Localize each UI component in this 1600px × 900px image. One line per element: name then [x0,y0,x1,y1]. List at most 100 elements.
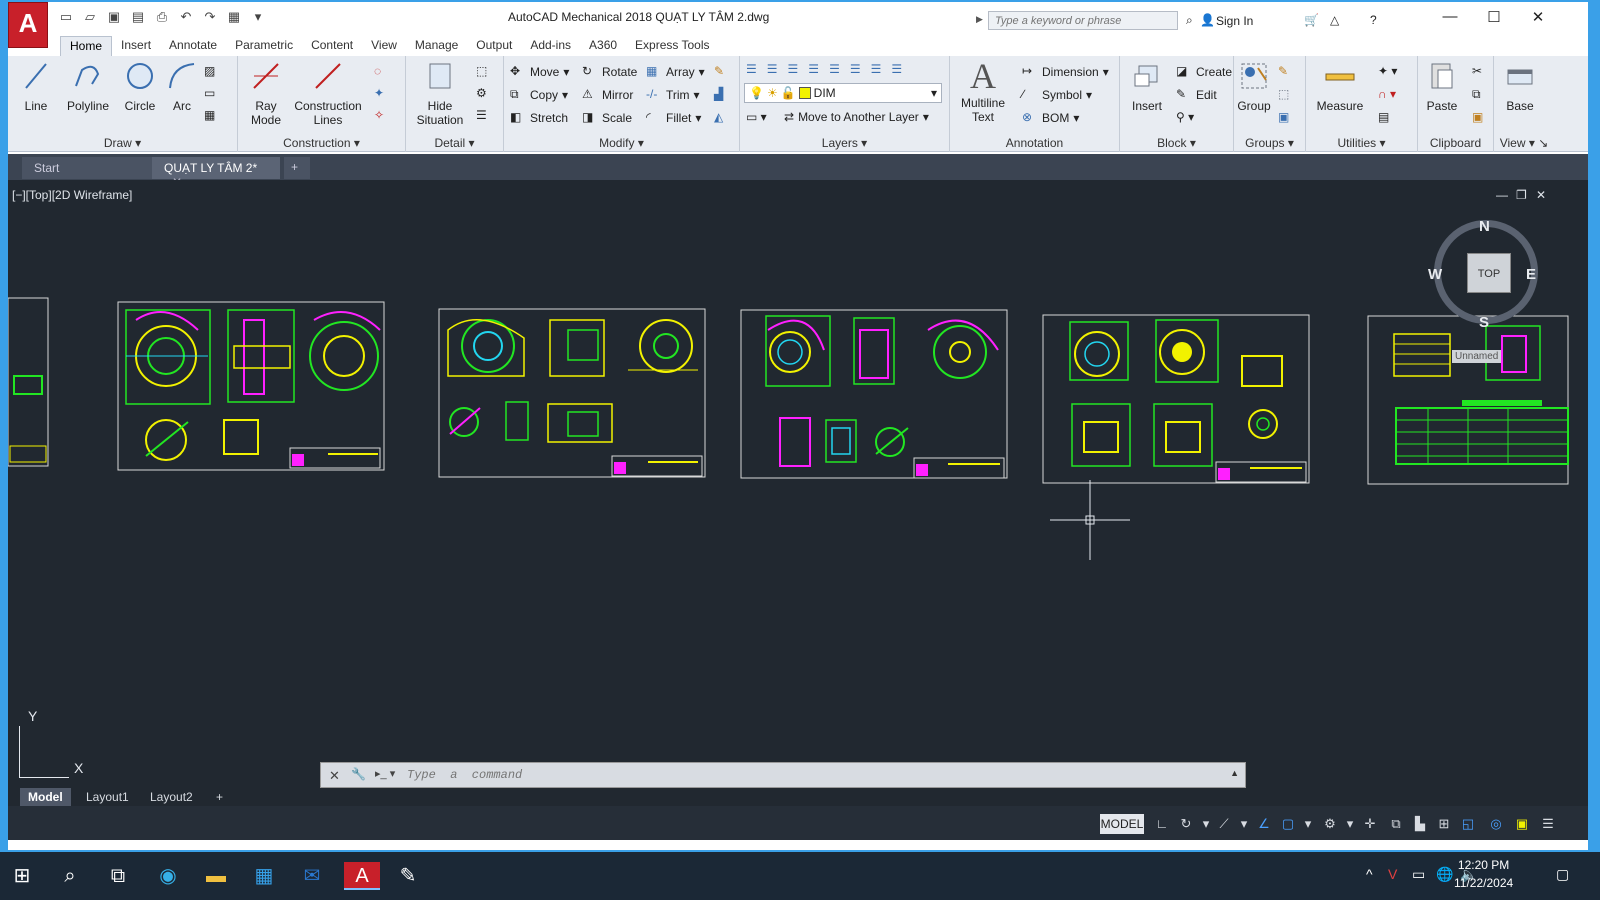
new-tab-button[interactable]: + [284,157,310,179]
compass-south[interactable]: S [1479,314,1489,331]
tray-chevron-icon[interactable]: ^ [1366,866,1373,882]
rotate-button[interactable]: ↻ Rotate [582,64,637,80]
ray-mode-button[interactable]: Ray Mode [244,60,288,127]
exchange-cart-icon[interactable]: 🛒 [1304,13,1319,27]
connect-icon[interactable]: △ [1330,13,1339,27]
cut-button[interactable]: ✂ [1472,64,1482,78]
file-explorer-icon[interactable]: ▬ [202,862,230,890]
customize-qat-icon[interactable]: ▾ [248,8,268,26]
viewcube-top-face[interactable]: TOP [1467,253,1511,293]
edit-block-button[interactable]: ✎ Edit [1176,87,1217,103]
utility-tool-1[interactable]: ✦ ▾ [1378,64,1397,78]
sign-in-button[interactable]: Sign In [1216,14,1253,28]
detail-tool-3[interactable]: ☰ [476,108,487,122]
dimension-button[interactable]: ↦ Dimension ▾ [1022,64,1109,80]
new-icon[interactable]: ▭ [56,8,76,26]
circle-button[interactable]: Circle [118,60,162,113]
user-icon[interactable]: 👤 [1200,13,1215,27]
group-select-button[interactable]: ▣ [1278,110,1289,124]
chevron-up-icon[interactable]: ▲ [1230,768,1239,778]
edge-icon[interactable]: ◉ [154,862,182,890]
compass-west[interactable]: W [1428,266,1442,283]
explode-button[interactable]: ✎ [714,64,724,78]
measure-button[interactable]: Measure [1310,60,1370,113]
outlook-icon[interactable]: ✉ [298,862,326,890]
insert-block-button[interactable]: Insert [1124,60,1170,113]
print-icon[interactable]: ⎙ [152,8,172,26]
isodraft-icon[interactable]: ∠ [1256,816,1272,832]
tab-express-tools[interactable]: Express Tools [626,36,718,56]
panel-title-modify[interactable]: Modify ▾ [504,136,739,150]
utility-tool-3[interactable]: ▤ [1378,110,1389,124]
search-icon[interactable]: ⌕ [56,862,84,890]
arc-button[interactable]: Arc [164,60,200,113]
redo-icon[interactable]: ↷ [200,8,220,26]
layer-properties-icon[interactable]: ☰ [746,62,757,76]
tab-annotate[interactable]: Annotate [160,36,226,56]
move-button[interactable]: ✥ Move ▾ [510,64,569,80]
antivirus-icon[interactable]: V [1388,866,1397,882]
panel-title-groups[interactable]: Groups ▾ [1234,136,1305,150]
application-menu-button[interactable]: A [8,2,48,48]
autocad-taskbar-icon[interactable]: A [344,862,380,890]
ungroup-button[interactable]: ✎ [1278,64,1288,78]
add-layout-button[interactable]: + [208,788,231,808]
trim-button[interactable]: -/- Trim ▾ [646,87,700,103]
mirror-button[interactable]: ⚠ Mirror [582,87,633,103]
gear-dropdown-icon[interactable]: ▾ [1342,816,1358,832]
command-input[interactable] [407,766,1187,784]
clock[interactable]: 12:20 PM 11/22/2024 [1454,856,1513,892]
line-button[interactable]: Line [16,60,56,113]
panel-title-layers[interactable]: Layers ▾ [740,136,949,150]
annotation-scale-icon[interactable]: ⧉ [1388,816,1404,832]
tab-output[interactable]: Output [467,36,521,56]
hide-situation-button[interactable]: Hide Situation [412,60,468,127]
gradient-button[interactable]: ▦ [204,108,215,122]
object-snap-icon[interactable]: ▢ [1280,816,1296,832]
layer-misc-button[interactable]: ▭ ▾ [746,110,767,124]
move-to-another-layer-button[interactable]: ⇄ Move to Another Layer ▾ [784,110,929,124]
tab-view[interactable]: View [362,36,406,56]
snap-dropdown-icon[interactable]: ▾ [1198,816,1214,832]
viewcube[interactable]: TOP [1434,220,1538,324]
polar-dropdown-icon[interactable]: ▾ [1236,816,1252,832]
detail-tool-1[interactable]: ⬚ [476,64,487,78]
tab-layout2[interactable]: Layout2 [142,788,201,808]
layer-dropdown[interactable]: 💡 ☀ 🔓 DIM ▾ [744,83,942,103]
polyline-button[interactable]: Polyline [60,60,116,113]
workspace-icon[interactable]: ▦ [224,8,244,26]
rectangle-button[interactable]: ▭ [204,86,215,100]
workspace-switch-icon[interactable]: ▙ [1412,816,1428,832]
construction-erase-button[interactable]: ✧ [374,108,384,122]
battery-icon[interactable]: ▭ [1412,866,1425,883]
hardware-acceleration-icon[interactable]: ◎ [1488,816,1504,832]
stretch-button[interactable]: ◧ Stretch [510,110,568,126]
maximize-icon[interactable]: ☐ [1480,8,1508,28]
model-viewport[interactable]: [−][Top][2D Wireframe] — ❐ ✕ TOP N S E W… [8,180,1588,814]
layer-state-icon[interactable]: ☰ [767,62,778,76]
clean-screen-icon[interactable]: ▣ [1514,816,1530,832]
multiline-text-button[interactable]: A Multiline Text [954,58,1012,124]
utility-tool-2[interactable]: ∩ ▾ [1378,87,1396,101]
layer-iso-icon[interactable]: ☰ [788,62,799,76]
layer-off-icon[interactable]: ☰ [871,62,882,76]
tab-drawing[interactable]: QUẠT LY TÂM 2* ✕ [152,157,280,189]
compass-east[interactable]: E [1526,266,1536,283]
search-expand-icon[interactable]: ▶ [976,14,983,25]
tab-parametric[interactable]: Parametric [226,36,302,56]
customization-menu-icon[interactable]: ☰ [1540,816,1556,832]
command-close-icon[interactable]: ✕ [329,768,340,784]
tab-home[interactable]: Home [60,36,113,56]
command-history-icon[interactable]: ▸_ ▾ [375,767,395,780]
wrench-icon[interactable]: 🔧 [351,767,366,781]
panel-title-construction[interactable]: Construction ▾ [238,136,405,150]
block-attribute-button[interactable]: ⚲ ▾ [1176,110,1194,126]
task-view-icon[interactable]: ⧉ [104,862,132,890]
panel-title-detail[interactable]: Detail ▾ [406,136,503,150]
construction-point-button[interactable]: ✦ [374,86,384,100]
settings-gear-icon[interactable]: ⚙ [1322,816,1338,832]
snap-icon[interactable]: ↻ [1178,816,1194,832]
save-icon[interactable]: ▣ [104,8,124,26]
notifications-icon[interactable]: ▢ [1556,866,1569,883]
construction-lines-button[interactable]: Construction Lines [292,60,364,127]
